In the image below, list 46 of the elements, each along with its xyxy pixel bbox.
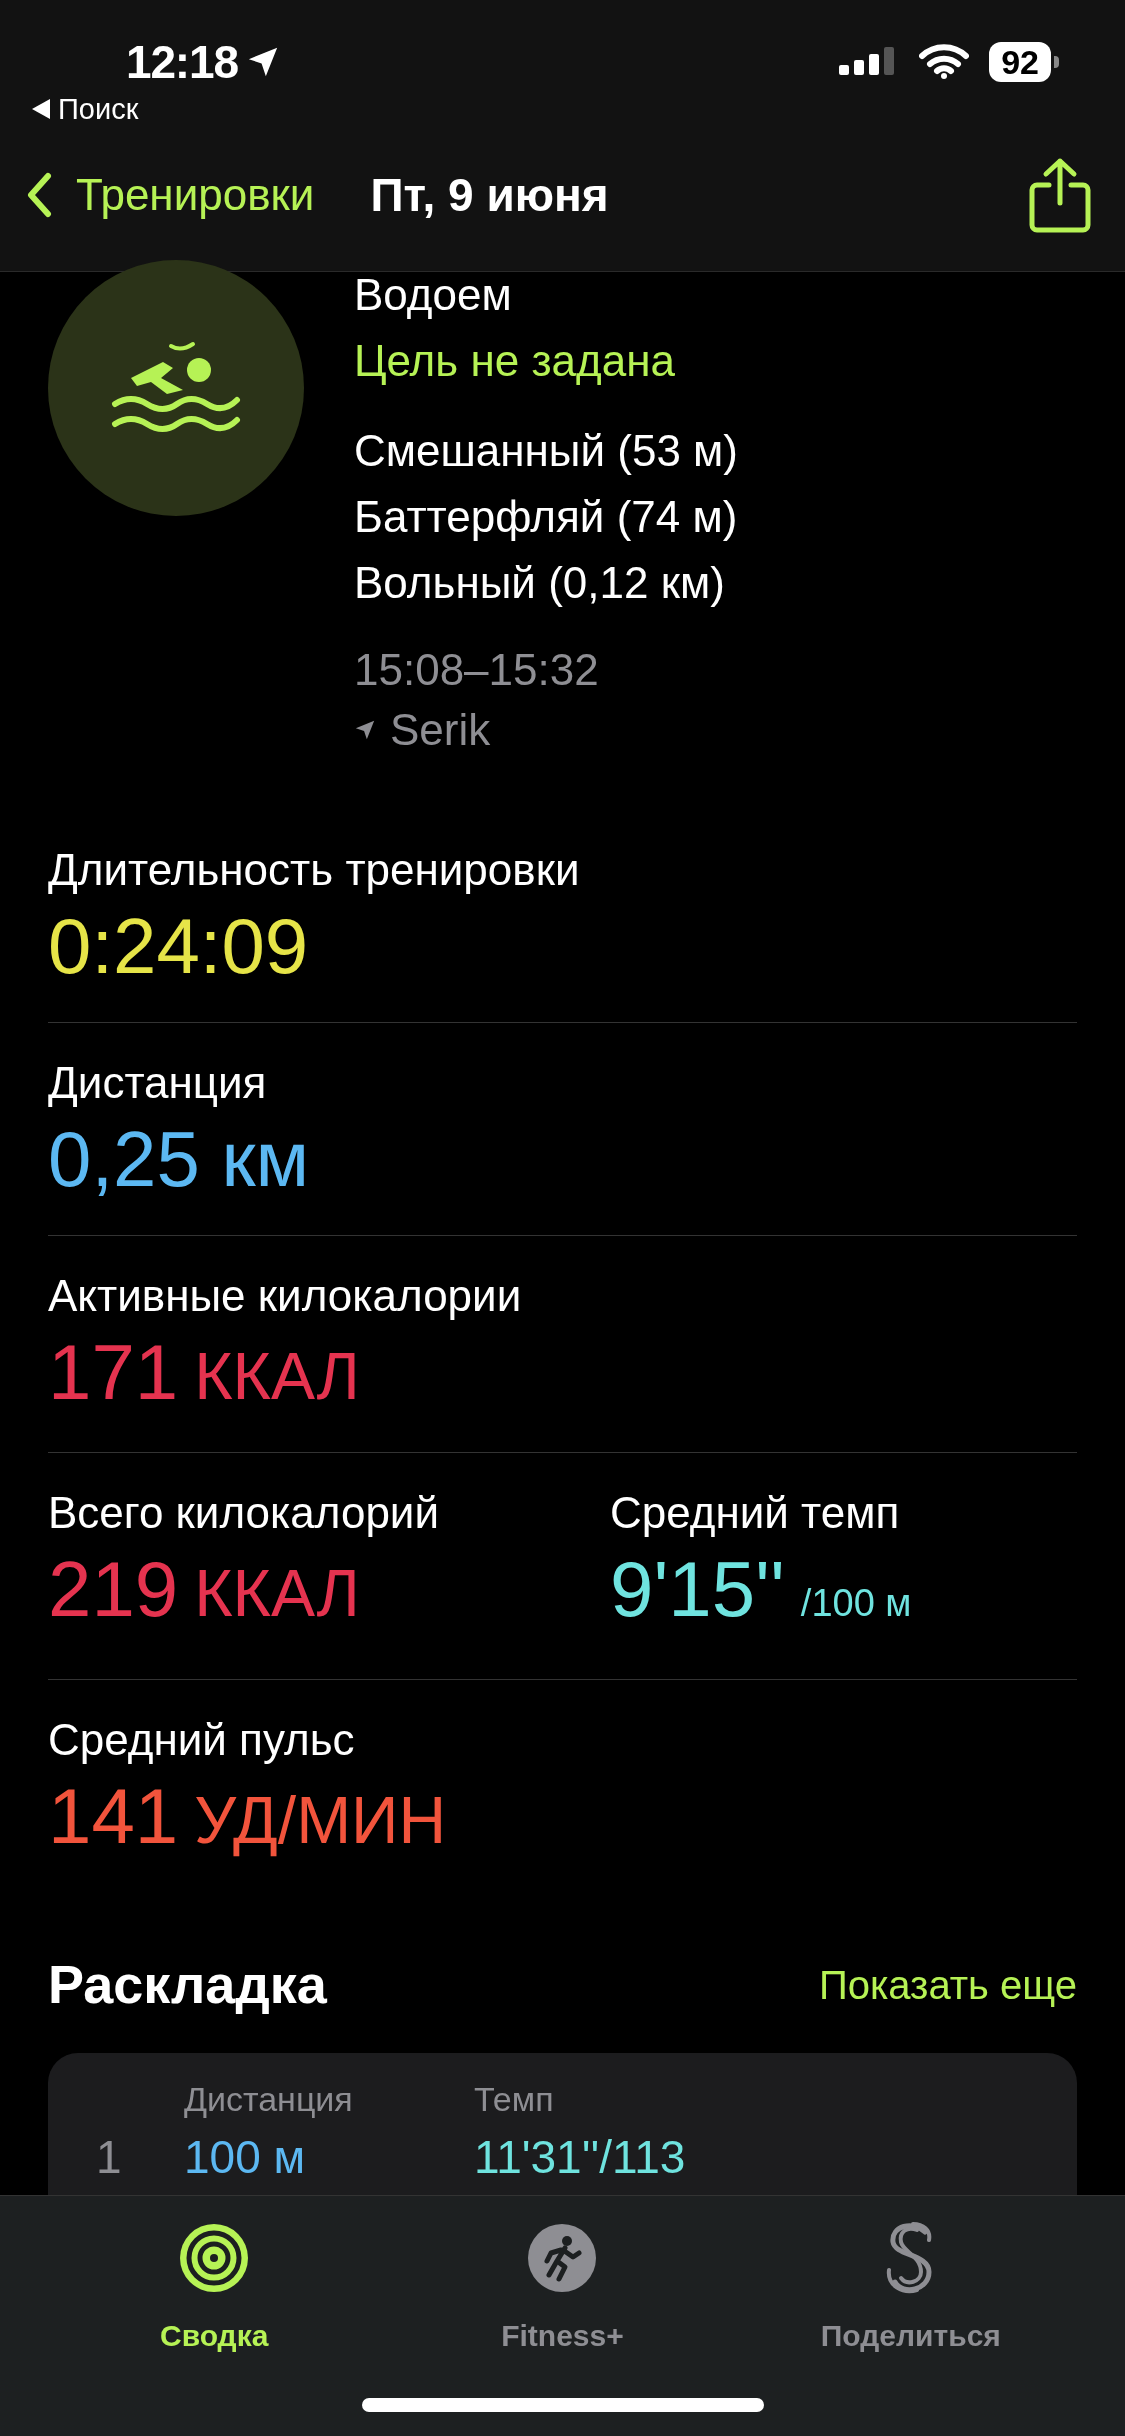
share-icon <box>1029 157 1091 233</box>
back-button[interactable]: Тренировки <box>26 162 315 228</box>
metric-unit: УД/МИН <box>194 1782 447 1859</box>
show-more-link[interactable]: Показать еще <box>818 1954 1077 2015</box>
stroke-distance: Вольный (0,12 км) <box>354 557 726 609</box>
metric-label: Средний пульс <box>48 1714 356 1766</box>
tab-item[interactable]: Поделиться <box>736 2220 1085 2356</box>
metric-label: Активные килокалории <box>48 1270 522 1322</box>
location-arrow-icon <box>354 719 376 741</box>
split-index: 1 <box>95 2130 123 2185</box>
stroke-distance: Баттерфляй (74 м) <box>354 491 738 543</box>
column-header: Темп <box>474 2079 554 2120</box>
back-to-search-link[interactable]: Поиск <box>58 94 139 124</box>
nav-title: Пт, 9 июня <box>370 167 609 223</box>
metric-label: Всего килокалорий <box>48 1487 440 1539</box>
activity-rings-icon <box>179 2223 250 2293</box>
status-time: 12:18 <box>126 34 238 90</box>
tab-item[interactable]: Сводка <box>40 2220 389 2356</box>
workout-location: Serik <box>390 704 491 756</box>
metric-value: 219 <box>48 1544 179 1635</box>
split-pace: 11'31''/113 <box>474 2130 686 2185</box>
metric-value: 0:24:09 <box>48 901 309 992</box>
runner-icon <box>527 2223 598 2293</box>
split-distance: 100 м <box>184 2130 307 2185</box>
workout-time-range: 15:08–15:32 <box>354 644 600 696</box>
section-title: Раскладка <box>48 1953 327 2016</box>
metric-value: 0,25 км <box>48 1114 310 1205</box>
metric-value: 9'15'' <box>610 1544 785 1635</box>
metric-value: 141 <box>48 1771 179 1862</box>
tab-item[interactable]: Fitness+ <box>388 2220 737 2356</box>
metric-unit: ККАЛ <box>194 1555 360 1632</box>
share-button[interactable] <box>1029 157 1091 233</box>
wifi-icon <box>919 44 970 80</box>
metric-unit: ККАЛ <box>194 1338 360 1415</box>
metric-value: 171 <box>48 1327 179 1418</box>
stroke-distance: Смешанный (53 м) <box>354 425 738 477</box>
metric-label: Длительность тренировки <box>48 844 580 896</box>
metric-unit: /100 м <box>800 1581 912 1626</box>
metric-label: Дистанция <box>48 1057 268 1109</box>
workout-name: Водоем <box>354 269 513 321</box>
back-triangle-icon <box>32 99 50 119</box>
metric-label: Средний темп <box>610 1487 901 1539</box>
workout-goal: Цель не задана <box>354 335 676 387</box>
chevron-left-icon <box>26 172 52 218</box>
column-header: Дистанция <box>184 2079 354 2120</box>
battery-indicator: 92 <box>989 42 1059 82</box>
